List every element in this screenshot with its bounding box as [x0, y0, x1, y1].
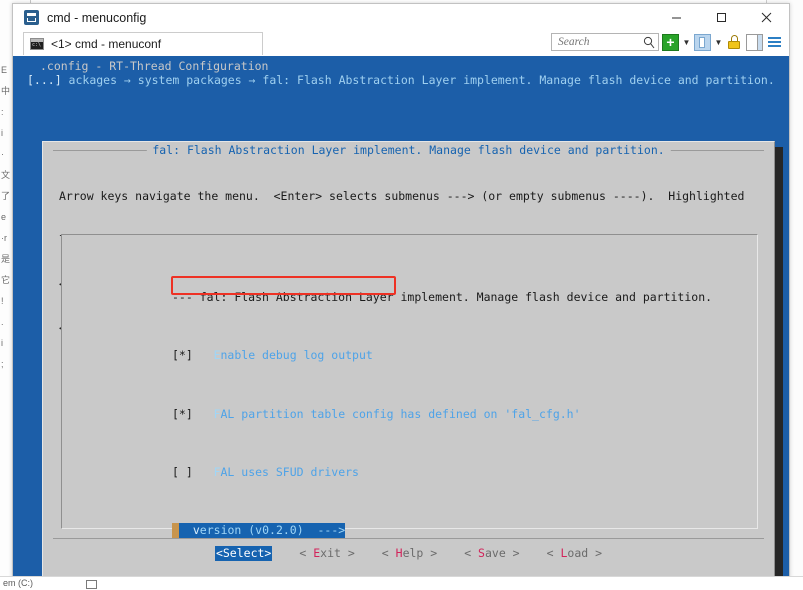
- menu-item-enable-debug-log[interactable]: [*] Enable debug log output: [172, 348, 712, 363]
- menu-marker: [ ]: [172, 464, 193, 479]
- menu-item-fal-partition-table[interactable]: [*] FAL partition table config has defin…: [172, 407, 712, 422]
- menu-hotkey: F: [213, 406, 221, 421]
- button-separator: [53, 538, 764, 539]
- panel-layout-dropdown-caret-icon[interactable]: ▼: [714, 34, 723, 51]
- desktop-taskbar[interactable]: em (C:): [0, 576, 803, 590]
- taskbar-label: em (C:): [3, 578, 33, 588]
- menu-label: AL partition table config has defined on…: [220, 406, 581, 421]
- console-window: cmd - menuconfig <1> cmd - menuconf: [12, 3, 790, 590]
- select-button[interactable]: <Select>: [214, 546, 273, 561]
- config-title-line: .config - RT-Thread Configuration: [40, 59, 269, 73]
- save-button[interactable]: < Save >: [464, 546, 519, 561]
- menu-label: ersion (v0.2.0) --->: [199, 523, 346, 538]
- breadcrumb-prefix: [...]: [27, 73, 62, 87]
- new-tab-plus-icon[interactable]: +: [662, 33, 679, 51]
- window-controls: [654, 4, 789, 31]
- exit-hotkey: E: [313, 546, 321, 560]
- dialog-title: fal: Flash Abstraction Layer implement. …: [146, 143, 671, 158]
- tab-label: <1> cmd - menuconf: [51, 37, 162, 51]
- help-line: Arrow keys navigate the menu. <Enter> se…: [59, 189, 745, 204]
- menu-item-fal-uses-sfud-drivers[interactable]: [ ] FAL uses SFUD drivers: [172, 465, 712, 480]
- save-hotkey: S: [478, 546, 485, 560]
- menu-marker: [*]: [172, 348, 193, 363]
- search-icon[interactable]: [643, 36, 655, 54]
- close-icon[interactable]: [744, 4, 789, 31]
- terminal-cursor: _: [172, 523, 179, 538]
- new-tab-dropdown-caret-icon[interactable]: ▼: [682, 34, 691, 51]
- split-pane-icon[interactable]: [746, 33, 763, 51]
- search-box[interactable]: [551, 33, 659, 51]
- load-hotkey: L: [560, 546, 568, 560]
- load-button[interactable]: < Load >: [547, 546, 602, 561]
- toolbar: + ▼ ▼: [551, 33, 783, 51]
- help-button[interactable]: < Help >: [382, 546, 437, 561]
- exit-button[interactable]: < Exit >: [299, 546, 354, 561]
- panel-layout-icon[interactable]: [694, 33, 711, 51]
- menu-item-version[interactable]: _ version (v0.2.0) --->: [172, 523, 712, 538]
- menuconfig-dialog: fal: Flash Abstraction Layer implement. …: [42, 141, 775, 579]
- lock-icon[interactable]: [726, 34, 743, 51]
- menu-label: AL uses SFUD drivers: [220, 464, 359, 479]
- help-hotkey: H: [395, 546, 403, 560]
- breadcrumb: [...] ackages → system packages → fal: F…: [27, 73, 775, 88]
- menu-label: fal: Flash Abstraction Layer implement. …: [192, 289, 713, 304]
- menu-list: --- fal: Flash Abstraction Layer impleme…: [172, 246, 712, 579]
- terminal-screen[interactable]: .config - RT-Thread Configuration [...] …: [13, 56, 789, 579]
- tab-bar: <1> cmd - menuconf + ▼ ▼: [13, 31, 789, 56]
- menu-marker: [*]: [172, 406, 193, 421]
- cmd-prompt-icon: [30, 38, 44, 50]
- breadcrumb-path: ackages → system packages → fal: Flash A…: [61, 73, 775, 87]
- dialog-buttons: <Select> < Exit > < Help > < Save > < Lo…: [43, 546, 774, 561]
- menu-item-version-highlight: _ version (v0.2.0) --->: [172, 523, 346, 538]
- menu-hotkey: F: [213, 464, 221, 479]
- maximize-icon[interactable]: [699, 4, 744, 31]
- window-title: cmd - menuconfig: [47, 10, 147, 25]
- minimize-icon[interactable]: [654, 4, 699, 31]
- search-input[interactable]: [556, 35, 648, 49]
- screenshot-root: E中:i·文 了e·r是它! .i; ≡C≡ z1 z1 z1 z1 z1 z1…: [0, 0, 803, 590]
- tab-cmd-menuconf[interactable]: <1> cmd - menuconf: [23, 32, 263, 55]
- console-icon: [24, 10, 39, 25]
- menu-label: nable debug log output: [220, 348, 373, 363]
- menu-hotkey: E: [213, 348, 221, 363]
- taskbar-window-icon[interactable]: [86, 580, 97, 589]
- menu-list-frame[interactable]: --- fal: Flash Abstraction Layer impleme…: [61, 234, 758, 538]
- menu-marker: ---: [172, 289, 193, 304]
- window-titlebar[interactable]: cmd - menuconfig: [13, 4, 789, 31]
- menu-hotkey: v: [192, 523, 200, 538]
- hamburger-menu-icon[interactable]: [766, 34, 783, 51]
- menu-item-title: --- fal: Flash Abstraction Layer impleme…: [172, 290, 712, 305]
